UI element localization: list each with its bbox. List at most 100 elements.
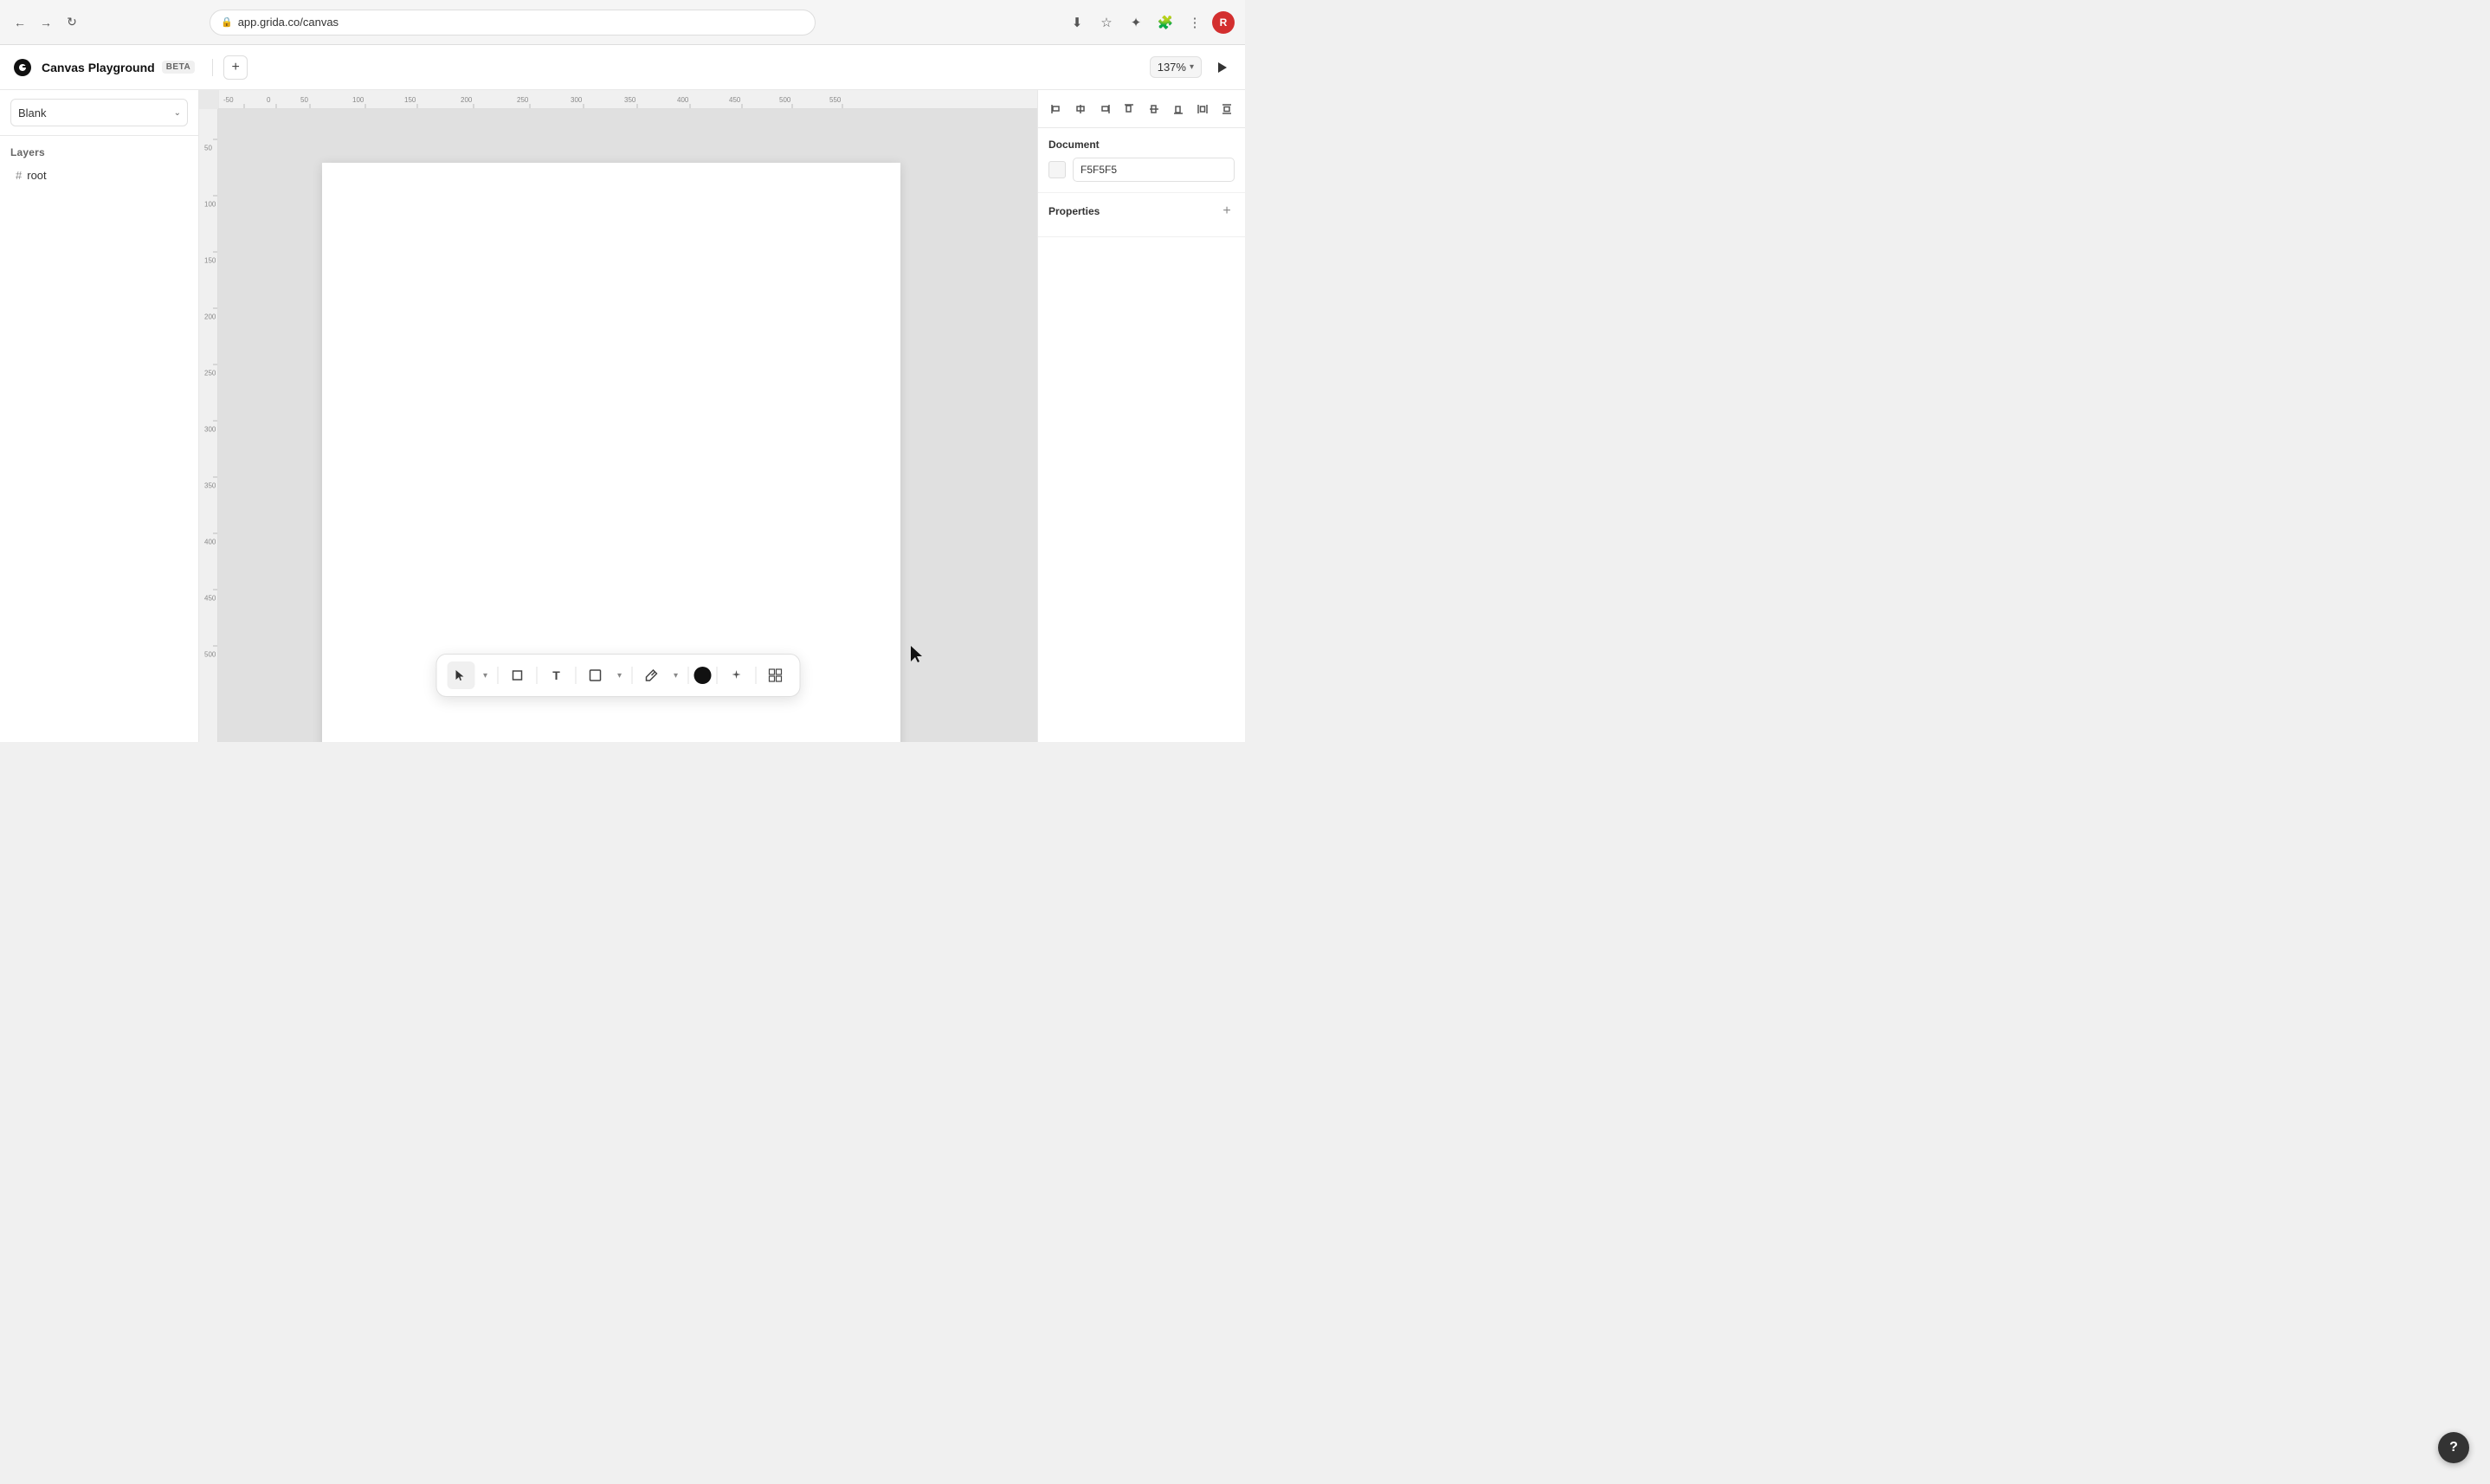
layer-root[interactable]: # root [10, 165, 188, 185]
align-h-center-btn[interactable] [1069, 97, 1092, 121]
tool-text-btn[interactable]: T [543, 661, 571, 689]
svg-text:450: 450 [729, 96, 741, 104]
document-color-input[interactable] [1073, 158, 1235, 182]
left-sidebar: Blank Template A Template B ⌄ Layers # r… [0, 90, 199, 742]
help-btn[interactable]: ? [2438, 1432, 2469, 1463]
right-sidebar: Document Properties + [1037, 90, 1245, 742]
tool-ai-btn[interactable] [723, 661, 751, 689]
bottom-toolbar: ▾ T ▾ [436, 654, 801, 697]
document-title: Document [1048, 139, 1100, 151]
svg-text:550: 550 [829, 96, 842, 104]
svg-text:150: 150 [404, 96, 416, 104]
browser-star-btn[interactable]: ☆ [1094, 10, 1119, 35]
tool-separator-1 [498, 667, 499, 684]
distribute-h-btn[interactable] [1191, 97, 1214, 121]
browser-actions: ⬇ ☆ ✦ 🧩 ⋮ R [1065, 10, 1235, 35]
align-left-btn[interactable] [1045, 97, 1068, 121]
svg-text:200: 200 [204, 313, 216, 321]
svg-text:300: 300 [204, 426, 216, 434]
browser-more-btn[interactable]: ⋮ [1183, 10, 1207, 35]
play-btn[interactable] [1209, 55, 1235, 81]
text-icon: T [552, 668, 560, 682]
tool-separator-3 [576, 667, 577, 684]
browser-forward-btn[interactable]: → [36, 13, 55, 32]
align-top-btn[interactable] [1118, 97, 1140, 121]
tool-pen-chevron-btn[interactable]: ▾ [669, 661, 683, 689]
browser-profile-icon[interactable]: R [1212, 11, 1235, 34]
distribute-v-btn[interactable] [1216, 97, 1238, 121]
browser-ext2-btn[interactable]: 🧩 [1153, 10, 1177, 35]
tool-select-btn[interactable] [448, 661, 475, 689]
tool-shape-chevron-btn[interactable]: ▾ [613, 661, 627, 689]
app-title: Canvas Playground [42, 61, 155, 74]
template-select-wrapper[interactable]: Blank Template A Template B ⌄ [10, 99, 188, 126]
align-v-center-btn[interactable] [1143, 97, 1165, 121]
tool-frame-btn[interactable] [504, 661, 532, 689]
tool-color-dot[interactable] [694, 667, 712, 684]
toolbar-add-btn[interactable]: + [223, 55, 248, 80]
tool-pen-btn[interactable] [638, 661, 666, 689]
template-select[interactable]: Blank Template A Template B [10, 99, 188, 126]
svg-text:500: 500 [204, 651, 216, 659]
zoom-chevron-icon: ▾ [1190, 62, 1194, 72]
main-area: Blank Template A Template B ⌄ Layers # r… [0, 90, 1245, 742]
canvas-area[interactable]: -50 0 50 100 150 200 250 300 350 400 450… [199, 90, 1037, 742]
properties-add-btn[interactable]: + [1219, 203, 1235, 219]
svg-text:150: 150 [204, 257, 216, 265]
layer-root-label: root [27, 169, 46, 182]
layer-frame-icon: # [16, 169, 22, 182]
template-selector: Blank Template A Template B ⌄ [0, 90, 198, 136]
align-toolbar [1038, 90, 1245, 128]
ruler-v-svg: 50 100 150 200 250 300 350 400 450 500 [199, 109, 218, 742]
top-toolbar: Canvas Playground BETA + 137% ▾ [0, 45, 1245, 90]
svg-text:350: 350 [624, 96, 636, 104]
svg-text:450: 450 [204, 595, 216, 603]
cursor-position [911, 646, 923, 666]
document-color-row [1048, 158, 1235, 182]
document-color-swatch[interactable] [1048, 161, 1066, 178]
document-section: Document [1038, 128, 1245, 193]
svg-text:-50: -50 [223, 96, 234, 104]
svg-text:50: 50 [300, 96, 308, 104]
align-right-btn[interactable] [1093, 97, 1116, 121]
tool-separator-4 [632, 667, 633, 684]
canvas-inner[interactable] [218, 109, 1037, 742]
svg-text:300: 300 [571, 96, 583, 104]
browser-reload-btn[interactable]: ↻ [62, 13, 81, 32]
layers-section: Layers # root [0, 136, 198, 196]
tool-components-btn[interactable] [762, 661, 790, 689]
browser-download-btn[interactable]: ⬇ [1065, 10, 1089, 35]
toolbar-separator-1 [212, 59, 213, 76]
properties-title: Properties [1048, 205, 1100, 217]
svg-text:400: 400 [677, 96, 689, 104]
browser-back-btn[interactable]: ← [10, 13, 29, 32]
properties-section: Properties + [1038, 193, 1245, 237]
browser-address-bar[interactable]: 🔒 app.grida.co/canvas [210, 10, 816, 35]
app-container: Canvas Playground BETA + 137% ▾ Blank Te… [0, 45, 1245, 742]
svg-text:400: 400 [204, 539, 216, 546]
tool-separator-5 [688, 667, 689, 684]
svg-text:0: 0 [267, 96, 271, 104]
ruler-horizontal: -50 0 50 100 150 200 250 300 350 400 450… [218, 90, 1037, 109]
svg-text:100: 100 [352, 96, 364, 104]
browser-extension-btn[interactable]: ✦ [1124, 10, 1148, 35]
svg-text:250: 250 [517, 96, 529, 104]
svg-text:50: 50 [204, 145, 212, 152]
zoom-control[interactable]: 137% ▾ [1150, 56, 1202, 78]
svg-text:500: 500 [779, 96, 791, 104]
tool-separator-7 [756, 667, 757, 684]
tool-select-chevron-btn[interactable]: ▾ [479, 661, 493, 689]
tool-separator-2 [537, 667, 538, 684]
browser-chrome: ← → ↻ 🔒 app.grida.co/canvas ⬇ ☆ ✦ 🧩 ⋮ R [0, 0, 1245, 45]
zoom-level: 137% [1158, 61, 1186, 74]
svg-text:350: 350 [204, 482, 216, 490]
document-section-header: Document [1048, 139, 1235, 151]
tool-rect-btn[interactable] [582, 661, 610, 689]
logo-area: Canvas Playground BETA [10, 55, 195, 80]
svg-text:100: 100 [204, 201, 216, 209]
browser-url: app.grida.co/canvas [238, 16, 339, 29]
layers-title: Layers [10, 146, 188, 158]
grida-logo-icon [10, 55, 35, 80]
tool-separator-6 [717, 667, 718, 684]
align-bottom-btn[interactable] [1167, 97, 1190, 121]
